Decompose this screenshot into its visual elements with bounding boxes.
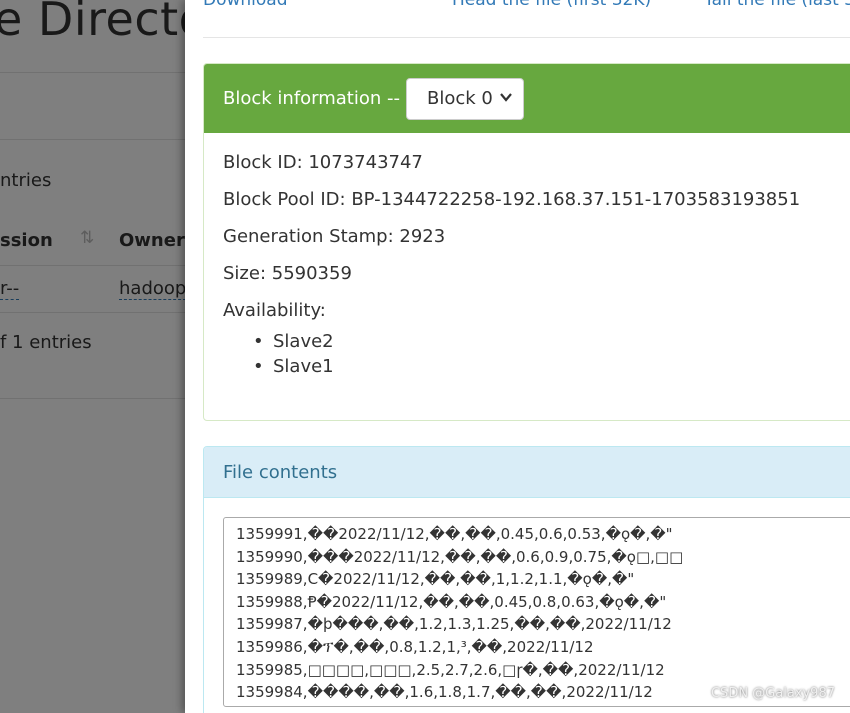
file-contents-panel: File contents 1359991,��2022/11/12,��,��… xyxy=(203,446,850,713)
file-line: 1359988,Ᵽ�2022/11/12,��,��,0.45,0.8,0.63… xyxy=(236,592,667,611)
file-contents-heading: File contents xyxy=(204,447,850,498)
download-link[interactable]: Download xyxy=(203,0,288,10)
block-pool-id: Block Pool ID: BP-1344722258-192.168.37.… xyxy=(223,189,801,210)
file-line: 1359989,C�2022/11/12,��,��,1,1.2,1.1,�ǫ�… xyxy=(236,570,635,589)
block-select-value: Block 0 xyxy=(427,88,493,109)
head-file-link[interactable]: Head the file (first 32K) xyxy=(452,0,651,10)
file-line: 1359985,□□□□,□□□,2.5,2.7,2.6,□ɼ�,��,2022… xyxy=(236,660,665,679)
file-action-links: Download Head the file (first 32K) Tail … xyxy=(203,0,850,20)
block-select[interactable]: Block 0 xyxy=(406,77,525,120)
chevron-down-icon xyxy=(499,90,513,108)
availability-label: Availability: xyxy=(223,300,326,321)
list-item: Slave2 xyxy=(253,329,843,354)
block-id: Block ID: 1073743747 xyxy=(223,152,423,173)
block-size: Size: 5590359 xyxy=(223,263,352,284)
block-information-body: Block ID: 1073743747 Block Pool ID: BP-1… xyxy=(204,133,850,398)
file-line: 1359987,�þ���,��,1.2,1.3,1.25,��,��,2022… xyxy=(236,615,672,634)
file-line: 1359990,���2022/11/12,��,��,0.6,0.9,0.75… xyxy=(236,547,684,566)
list-item: Slave1 xyxy=(253,354,843,379)
generation-stamp: Generation Stamp: 2923 xyxy=(223,226,446,247)
block-information-panel: Block information -- Block 0 Block ID: 1… xyxy=(203,63,850,421)
block-information-title: Block information -- xyxy=(223,88,401,109)
tail-file-link[interactable]: Tail the file (last 32 xyxy=(704,0,850,10)
file-line: 1359986,�ፕ�,��,0.8,1.2,1,³,��,2022/11/12 xyxy=(236,637,594,656)
block-information-heading: Block information -- Block 0 xyxy=(204,64,850,133)
file-line: 1359991,��2022/11/12,��,��,0.45,0.6,0.53… xyxy=(236,525,673,543)
file-info-modal: Download Head the file (first 32K) Tail … xyxy=(185,0,850,713)
availability-node-list: Slave2 Slave1 xyxy=(253,329,843,379)
watermark: CSDN @Galaxy987 xyxy=(710,686,835,701)
divider xyxy=(203,37,850,38)
file-contents-textarea[interactable]: 1359991,��2022/11/12,��,��,0.45,0.6,0.53… xyxy=(223,517,850,707)
